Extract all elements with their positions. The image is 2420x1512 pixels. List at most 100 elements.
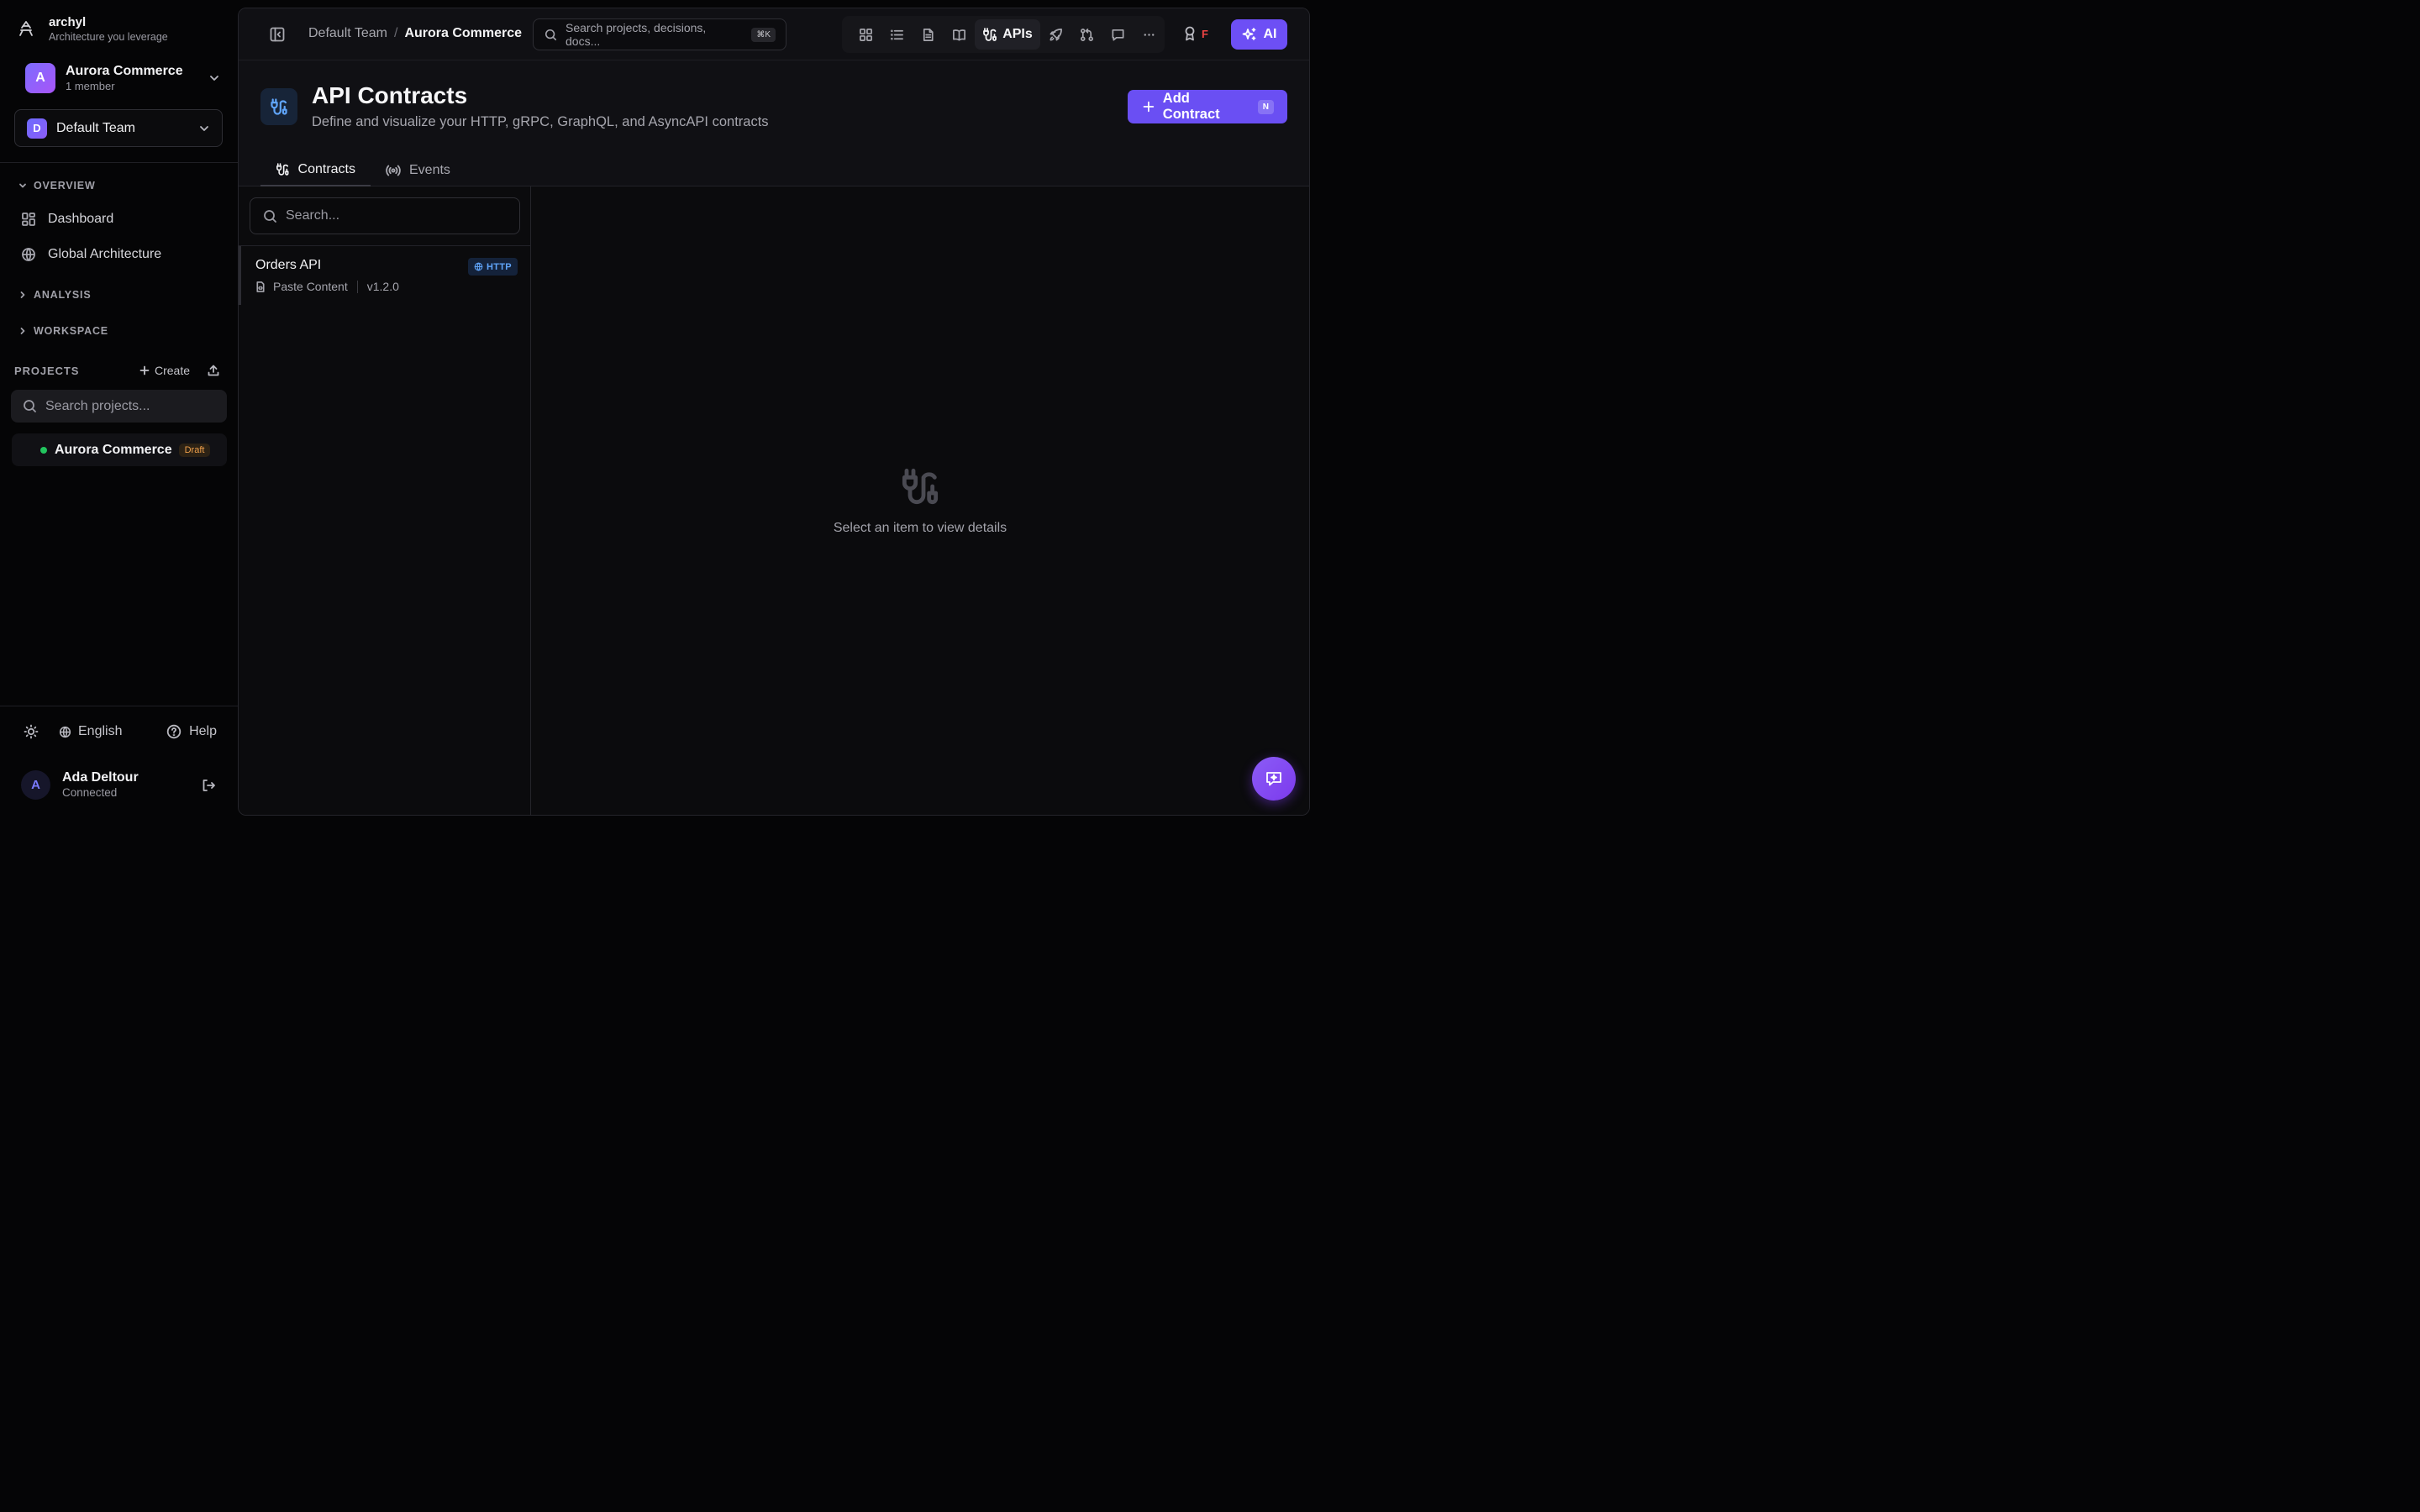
feedback-chat-button[interactable] bbox=[1252, 757, 1296, 801]
team-avatar: D bbox=[27, 118, 47, 139]
book-icon[interactable] bbox=[944, 19, 975, 50]
chevron-right-icon bbox=[20, 291, 25, 298]
upload-icon[interactable] bbox=[207, 364, 220, 377]
search-icon bbox=[263, 209, 277, 223]
globe-icon bbox=[21, 247, 36, 262]
status-badge: Draft bbox=[178, 443, 211, 457]
create-project-button[interactable]: Create bbox=[139, 364, 190, 377]
create-label: Create bbox=[154, 364, 190, 377]
protocol-label: HTTP bbox=[487, 261, 512, 272]
page-subtitle: Define and visualize your HTTP, gRPC, Gr… bbox=[312, 114, 769, 129]
user-profile[interactable]: A Ada Deltour Connected bbox=[21, 769, 216, 801]
logout-icon[interactable] bbox=[201, 778, 216, 793]
achievements-button[interactable]: F bbox=[1183, 26, 1208, 41]
search-icon bbox=[544, 29, 557, 41]
org-avatar: A bbox=[25, 63, 55, 93]
project-item-aurora-commerce[interactable]: Aurora Commerce Draft bbox=[12, 433, 227, 466]
contract-title: Orders API bbox=[255, 258, 322, 272]
add-contract-button[interactable]: Add Contract N bbox=[1128, 90, 1287, 123]
broadcast-icon bbox=[386, 165, 401, 176]
ai-assistant-button[interactable]: AI bbox=[1231, 19, 1287, 50]
rocket-icon[interactable] bbox=[1040, 19, 1071, 50]
contract-list-pane: Search... Orders API HTTP Paste Content … bbox=[239, 186, 531, 815]
sidebar: archyl Architecture you leverage A Auror… bbox=[0, 0, 238, 823]
globe-icon bbox=[59, 726, 71, 738]
contract-search-input[interactable]: Search... bbox=[250, 197, 520, 234]
chevron-down-icon bbox=[198, 123, 210, 134]
sidebar-collapse-icon[interactable] bbox=[269, 26, 286, 43]
apis-tab-button[interactable]: APIs bbox=[975, 19, 1040, 50]
project-search-input[interactable]: Search projects... bbox=[11, 390, 227, 423]
chevron-down-icon bbox=[19, 183, 26, 188]
brand[interactable]: archyl Architecture you leverage bbox=[18, 15, 168, 44]
utility-row: English Help bbox=[24, 724, 217, 739]
sidebar-item-global-architecture[interactable]: Global Architecture bbox=[21, 247, 161, 262]
section-analysis-toggle[interactable]: ANALYSIS bbox=[18, 289, 91, 301]
global-search-input[interactable]: Search projects, decisions, docs... ⌘K bbox=[533, 18, 786, 50]
meta-divider bbox=[356, 280, 358, 293]
archyl-logo-icon bbox=[18, 20, 34, 37]
breadcrumb-team[interactable]: Default Team bbox=[308, 26, 387, 41]
section-overview-label: OVERVIEW bbox=[34, 180, 96, 192]
team-selector[interactable]: D Default Team bbox=[14, 109, 223, 147]
sidebar-item-dashboard[interactable]: Dashboard bbox=[21, 212, 113, 227]
add-contract-label: Add Contract bbox=[1162, 91, 1220, 122]
project-search-placeholder: Search projects... bbox=[45, 398, 150, 413]
tab-contracts[interactable]: Contracts bbox=[260, 154, 371, 186]
detail-pane: Select an item to view details bbox=[531, 186, 1309, 815]
section-workspace-toggle[interactable]: WORKSPACE bbox=[18, 325, 108, 337]
globe-icon bbox=[474, 262, 483, 271]
help-label: Help bbox=[189, 724, 217, 738]
tab-label: Events bbox=[409, 162, 450, 177]
tab-events[interactable]: Events bbox=[371, 154, 466, 186]
brand-tagline: Architecture you leverage bbox=[49, 31, 168, 43]
apis-tab-label: APIs bbox=[1002, 27, 1033, 41]
page-header: API Contracts Define and visualize your … bbox=[239, 60, 1309, 186]
help-button[interactable]: Help bbox=[166, 724, 217, 739]
grid-view-icon[interactable] bbox=[850, 19, 881, 50]
help-circle-icon bbox=[166, 724, 182, 739]
main-panel: Default Team / Aurora Commerce Search pr… bbox=[238, 8, 1310, 816]
chevron-down-icon bbox=[208, 72, 220, 84]
global-search-placeholder: Search projects, decisions, docs... bbox=[566, 21, 707, 48]
section-overview-toggle[interactable]: OVERVIEW bbox=[18, 180, 96, 192]
sidebar-divider bbox=[0, 162, 238, 163]
avatar: A bbox=[21, 770, 50, 800]
projects-header: PROJECTS Create bbox=[14, 364, 220, 377]
sidebar-footer bbox=[0, 706, 238, 823]
plus-icon bbox=[1143, 101, 1155, 113]
award-icon bbox=[1183, 26, 1197, 41]
list-item[interactable]: Orders API HTTP Paste Content v1.2.0 bbox=[239, 246, 530, 305]
search-icon bbox=[23, 399, 37, 413]
project-name: Aurora Commerce bbox=[55, 442, 172, 457]
breadcrumb: Default Team / Aurora Commerce bbox=[308, 26, 522, 41]
ai-button-label: AI bbox=[1263, 27, 1277, 41]
plus-icon bbox=[139, 365, 150, 375]
search-shortcut: ⌘K bbox=[751, 27, 776, 42]
protocol-badge: HTTP bbox=[468, 258, 518, 276]
view-switcher: APIs bbox=[842, 16, 1165, 53]
file-code-icon bbox=[255, 281, 266, 292]
breadcrumb-project[interactable]: Aurora Commerce bbox=[404, 26, 522, 41]
sparkles-icon bbox=[1242, 28, 1255, 40]
sidebar-item-label: Dashboard bbox=[48, 212, 114, 226]
plug-icon bbox=[899, 466, 941, 507]
projects-label: PROJECTS bbox=[14, 364, 80, 377]
organization-switcher[interactable]: A Aurora Commerce 1 member bbox=[25, 62, 220, 94]
section-workspace-label: WORKSPACE bbox=[34, 325, 108, 337]
list-view-icon[interactable] bbox=[881, 19, 913, 50]
git-pull-request-icon[interactable] bbox=[1071, 19, 1102, 50]
message-icon[interactable] bbox=[1102, 19, 1134, 50]
theme-toggle-sun-icon[interactable] bbox=[24, 724, 39, 739]
document-icon[interactable] bbox=[913, 19, 944, 50]
language-label: English bbox=[78, 724, 123, 738]
more-icon[interactable] bbox=[1134, 19, 1165, 50]
language-selector[interactable]: English bbox=[59, 724, 122, 739]
contract-meta: Paste Content v1.2.0 bbox=[255, 280, 399, 293]
org-name: Aurora Commerce bbox=[66, 64, 183, 78]
contract-search-placeholder: Search... bbox=[286, 208, 340, 223]
notification-flag: F bbox=[1202, 27, 1208, 40]
empty-state-text: Select an item to view details bbox=[833, 521, 1007, 535]
user-name: Ada Deltour bbox=[62, 770, 139, 785]
plug-icon bbox=[983, 28, 997, 41]
